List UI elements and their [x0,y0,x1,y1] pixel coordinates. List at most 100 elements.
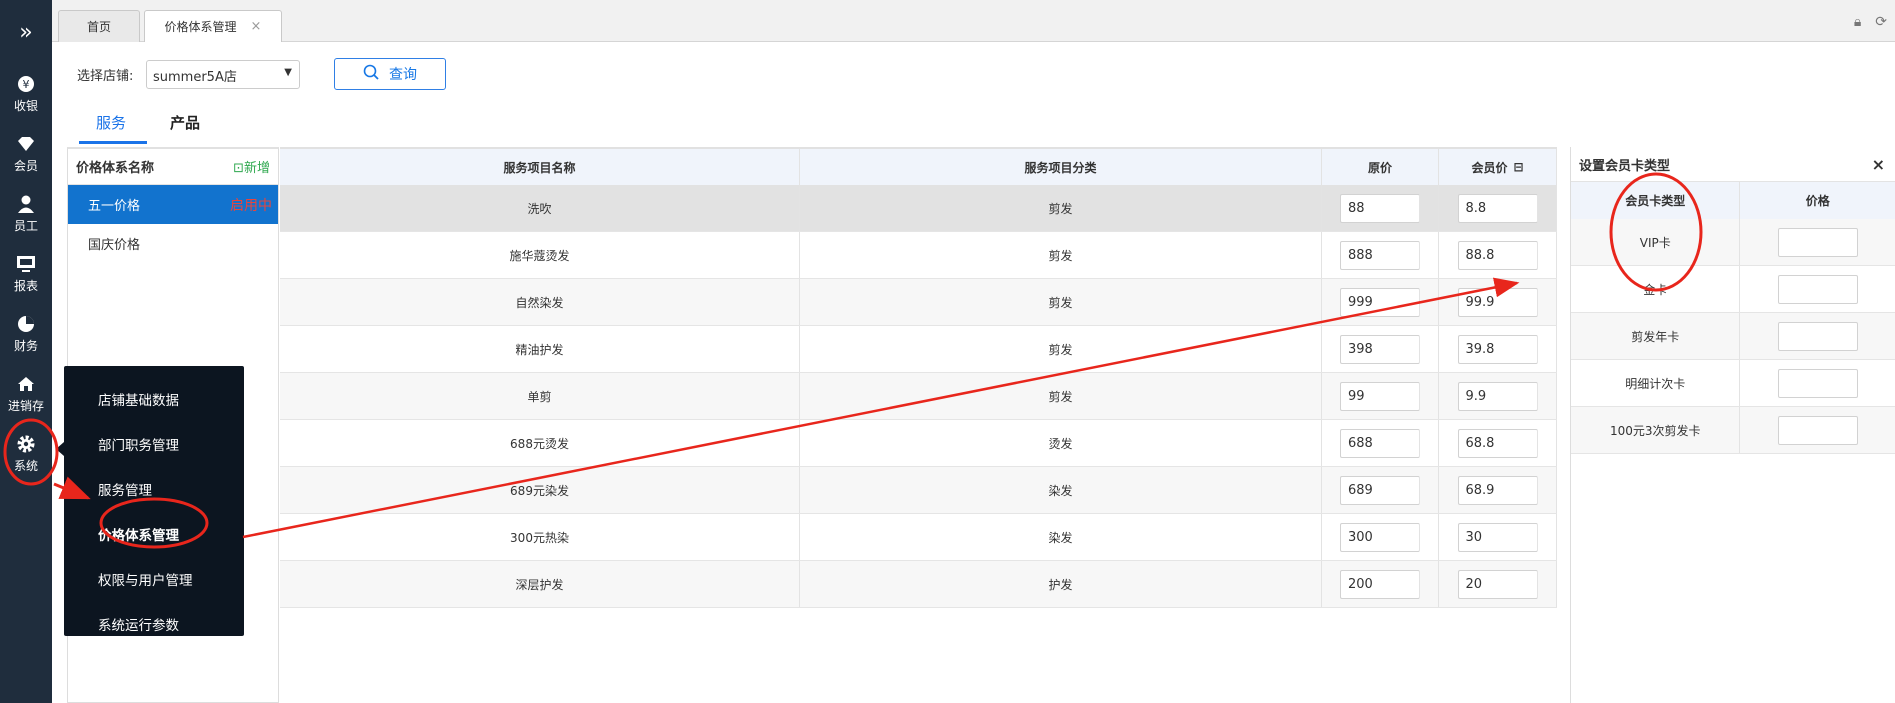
query-button[interactable]: 查询 [334,58,446,90]
price-input[interactable]: 99 [1340,381,1420,411]
price-cell: 688 [1322,420,1439,466]
member-price-cell: 88.8 [1439,232,1557,278]
card-type: 100元3次剪发卡 [1571,407,1741,453]
member-price-input[interactable]: 30 [1457,522,1538,552]
nav-item-member[interactable]: 会员 [0,124,52,184]
nav-item-finance[interactable]: 财务 [0,304,52,364]
column-header: 会员卡类型 [1571,182,1741,219]
tab-label: 首页 [86,20,111,34]
member-price-input[interactable]: 88.8 [1457,240,1538,270]
tab-home[interactable]: 首页 [58,10,140,42]
column-header: 原价 [1322,149,1439,185]
table-row[interactable]: 688元烫发 烫发 688 68.8 [280,420,1557,467]
member-price-input[interactable]: 68.8 [1457,428,1538,458]
price-input[interactable]: 689 [1340,475,1420,505]
menu-item-department[interactable]: 部门职务管理 [64,421,244,466]
tab-service[interactable]: 服务 [96,112,126,133]
store-select-value: summer5A店 [153,70,237,85]
table-row[interactable]: 施华蔻烫发 剪发 888 88.8 [280,232,1557,279]
person-icon [16,194,36,214]
service-name: 洗吹 [280,185,800,231]
nav-item-label: 收银 [13,99,38,113]
price-input[interactable]: 300 [1340,522,1420,552]
member-price-input[interactable]: 20 [1457,569,1538,599]
lock-icon[interactable]: 🔒︎ [1854,14,1861,30]
card-row: 剪发年卡 [1571,313,1895,360]
table-row[interactable]: 自然染发 剪发 999 99.9 [280,279,1557,326]
status-badge: 启用中 [230,197,272,214]
menu-item-store-data[interactable]: 店铺基础数据 [64,376,244,421]
menu-item-service[interactable]: 服务管理 [64,466,244,511]
close-icon[interactable]: × [1872,155,1885,174]
card-price-input[interactable] [1777,227,1858,257]
member-price-cell: 39.8 [1439,326,1557,372]
store-label: 选择店铺: [77,69,134,84]
member-price-input[interactable]: 9.9 [1457,381,1538,411]
nav-item-label: 报表 [13,279,38,293]
active-tab-indicator [79,141,147,144]
service-price-table: 服务项目名称 服务项目分类 原价 会员价 ⊟ 洗吹 剪发 88 8.8 施华蔻烫发 剪发 88… [280,147,1557,608]
add-price-system-button[interactable]: ⊡新增 [233,157,270,176]
service-category: 染发 [800,514,1322,560]
tab-price-system[interactable]: 价格体系管理 × [144,10,282,42]
table-row[interactable]: 精油护发 剪发 398 39.8 [280,326,1557,373]
card-price-input[interactable] [1777,321,1858,351]
price-input[interactable]: 888 [1340,240,1420,270]
side-nav: » ¥ 收银 会员 员工 报表 财务 进销存 系统 [0,0,52,703]
table-row[interactable]: 深层护发 护发 200 20 [280,561,1557,608]
tab-product[interactable]: 产品 [170,112,200,133]
nav-item-report[interactable]: 报表 [0,244,52,304]
service-category: 剪发 [800,279,1322,325]
refresh-icon[interactable]: ⟳ [1875,14,1887,30]
member-price-input[interactable]: 68.9 [1457,475,1538,505]
table-row[interactable]: 300元热染 染发 300 30 [280,514,1557,561]
chevron-double-right-icon[interactable]: » [0,0,52,64]
service-category: 剪发 [800,373,1322,419]
service-name: 深层护发 [280,561,800,607]
card-price-input[interactable] [1777,368,1858,398]
menu-item-permissions[interactable]: 权限与用户管理 [64,556,244,601]
column-header-member-price: 会员价 ⊟ [1439,149,1557,185]
price-cell: 99 [1322,373,1439,419]
price-input[interactable]: 88 [1340,193,1420,223]
price-input[interactable]: 999 [1340,287,1420,317]
member-price-input[interactable]: 39.8 [1457,334,1538,364]
monitor-icon [16,254,36,274]
member-price-input[interactable]: 99.9 [1457,287,1538,317]
card-row: 100元3次剪发卡 [1571,407,1895,454]
table-row[interactable]: 洗吹 剪发 88 8.8 [280,185,1557,232]
yen-icon: ¥ [16,74,36,94]
nav-item-cashier[interactable]: ¥ 收银 [0,64,52,124]
nav-item-system[interactable]: 系统 [0,424,52,484]
store-select[interactable]: summer5A店 ▼ [146,60,300,89]
price-input[interactable]: 200 [1340,569,1420,599]
price-system-item[interactable]: 五一价格 启用中 [68,185,278,224]
gear-icon [16,434,36,454]
edit-icon[interactable]: ⊟ [1513,160,1523,174]
price-system-name: 五一价格 [88,199,141,214]
menu-item-price-system[interactable]: 价格体系管理 [64,511,244,556]
service-category: 染发 [800,467,1322,513]
caret-down-icon: ▼ [284,67,292,78]
member-price-input[interactable]: 8.8 [1457,193,1538,223]
price-system-item[interactable]: 国庆价格 [68,224,278,263]
price-cell: 300 [1322,514,1439,560]
column-header: 服务项目名称 [280,149,800,185]
nav-item-staff[interactable]: 员工 [0,184,52,244]
tab-strip: 首页 价格体系管理 × 🔒︎ ⟳ [52,0,1895,42]
price-system-list-title: 价格体系名称 [76,161,155,176]
card-type-panel: 设置会员卡类型 × 会员卡类型 价格 VIP卡 金卡 剪发年卡 明细计次卡 100元3次… [1570,147,1895,703]
card-price-input[interactable] [1777,274,1858,304]
table-row[interactable]: 单剪 剪发 99 9.9 [280,373,1557,420]
price-cell: 689 [1322,467,1439,513]
card-price-input[interactable] [1777,415,1858,445]
price-input[interactable]: 688 [1340,428,1420,458]
service-name: 施华蔻烫发 [280,232,800,278]
price-cell: 398 [1322,326,1439,372]
table-row[interactable]: 689元染发 染发 689 68.9 [280,467,1557,514]
price-input[interactable]: 398 [1340,334,1420,364]
card-type-panel-header: 设置会员卡类型 × [1571,147,1895,181]
nav-item-inventory[interactable]: 进销存 [0,364,52,424]
close-icon[interactable]: × [251,19,262,34]
menu-item-system-params[interactable]: 系统运行参数 [64,601,244,646]
